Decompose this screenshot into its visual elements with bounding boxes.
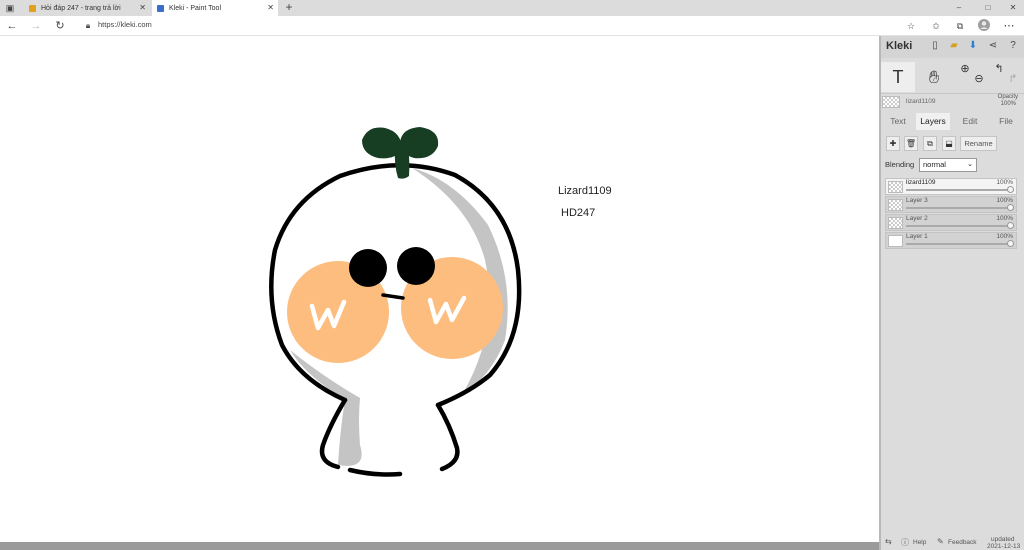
address-bar: ← → ↻ 🔒︎ https://kleki.com ☆ ✩ ⧉ ⋯ (0, 16, 1024, 36)
profile-avatar[interactable] (977, 19, 991, 33)
blending-value: normal (923, 160, 946, 169)
feedback-icon[interactable]: ✎ (937, 537, 944, 546)
chevron-down-icon: ⌄ (967, 161, 973, 168)
layer-opacity: 100% (996, 215, 1013, 222)
layer-name: Layer 2 (906, 215, 928, 222)
minimize-button[interactable]: – (952, 1, 966, 15)
layer-thumb (888, 217, 903, 229)
sprout-stem (394, 148, 410, 179)
more-menu-icon[interactable]: ⋯ (1002, 19, 1016, 33)
layer-thumb (888, 199, 903, 211)
help-circle-icon[interactable]: ⓘ (901, 537, 909, 548)
updated-label: updated (991, 536, 1015, 543)
canvas-text-lizard: Lizard1109 (558, 185, 612, 197)
tab-kleki[interactable]: Kleki - Paint Tool ✕ (152, 0, 278, 16)
blending-select[interactable]: normal ⌄ (919, 158, 977, 172)
layer-name: Layer 3 (906, 197, 928, 204)
duplicate-layer-icon[interactable]: ⧉ (923, 136, 937, 151)
opacity-label: Opacity (997, 94, 1018, 100)
close-window-button[interactable]: ✕ (1006, 1, 1020, 15)
back-icon[interactable]: ← (5, 19, 19, 33)
close-tab-icon[interactable]: ✕ (267, 3, 274, 12)
url-field[interactable]: https://kleki.com (98, 20, 152, 29)
layer-opacity-slider[interactable] (906, 204, 1014, 211)
forward-icon: → (30, 20, 42, 32)
layer-opacity: 100% (996, 197, 1013, 204)
tab-title: Kleki - Paint Tool (169, 4, 222, 12)
close-tab-icon[interactable]: ✕ (139, 3, 146, 12)
updated-date: 2021-12-13 (987, 543, 1021, 550)
tab-title: Hỏi đáp 247 - trang trả lời (41, 4, 121, 12)
panel-footer: ⇆ ⓘ Help ✎ Feedback updated 2021-12-13 (881, 536, 1024, 550)
panel-tabs: Text Layers Edit File (881, 113, 1024, 131)
opacity-value: 100% (1000, 101, 1016, 107)
hand-tool-icon[interactable]: ✋︎ (917, 62, 951, 92)
drawing-canvas[interactable]: Lizard1109 HD247 (0, 36, 879, 542)
layer-opacity-slider[interactable] (906, 186, 1014, 193)
download-icon[interactable]: ⬇ (967, 40, 979, 52)
new-tab-button[interactable]: + (282, 0, 296, 14)
tab-actions-icon[interactable]: ▣ (3, 1, 17, 15)
help-icon[interactable]: ? (1007, 40, 1019, 52)
horizontal-scrollbar[interactable] (0, 542, 879, 550)
blending-label: Blending (885, 160, 915, 169)
tab-edit[interactable]: Edit (954, 113, 986, 130)
add-layer-icon[interactable]: ✚ (886, 136, 900, 151)
refresh-icon[interactable]: ↻ (53, 19, 67, 33)
delete-layer-icon[interactable]: 🗑︎ (904, 136, 918, 151)
favorite-add-icon[interactable]: ☆ (904, 19, 918, 33)
slider-knob[interactable] (1007, 204, 1014, 211)
layer-name: lizard1109 (906, 179, 936, 186)
layer-actions: ✚ 🗑︎ ⧉ ⬓ Rename (881, 136, 1024, 154)
layer-item[interactable]: Layer 2 100% (885, 214, 1017, 231)
slider-knob[interactable] (1007, 240, 1014, 247)
new-image-icon[interactable]: ▯ (929, 40, 941, 52)
tab-text[interactable]: Text (883, 113, 913, 130)
layer-opacity: 100% (996, 179, 1013, 186)
layer-name: Layer 1 (906, 233, 928, 240)
collections-icon[interactable]: ⧉ (953, 19, 967, 33)
slider-knob[interactable] (1007, 186, 1014, 193)
tab-hoidap[interactable]: Hỏi đáp 247 - trang trả lời ✕ (24, 0, 150, 16)
slider-knob[interactable] (1007, 222, 1014, 229)
layer-opacity: 100% (996, 233, 1013, 240)
browser-tab-bar: ▣ Hỏi đáp 247 - trang trả lời ✕ Kleki - … (0, 0, 1024, 16)
panel-header: Kleki ▯ ▰ ⬇ ⋖ ? (881, 36, 1024, 58)
maximize-button[interactable]: □ (981, 1, 995, 15)
feedback-link[interactable]: Feedback (948, 539, 977, 546)
feet-line (347, 467, 403, 477)
layer-item[interactable]: lizard1109 100% (885, 178, 1017, 195)
current-layer-info: lizard1109 Opacity 100% (881, 94, 1024, 114)
merge-layer-icon[interactable]: ⬓ (942, 136, 956, 151)
tool-row: T ✋︎ ⊕ ⊖ ↰ ↱ (881, 58, 1024, 94)
canvas-text-hd247: HD247 (561, 207, 596, 219)
kleki-favicon-icon (157, 4, 164, 12)
current-layer-name: lizard1109 (906, 98, 936, 105)
kleki-logo: Kleki (886, 40, 913, 52)
layer-item[interactable]: Layer 3 100% (885, 196, 1017, 213)
left-eye (349, 249, 387, 287)
layer-thumb (888, 181, 903, 193)
help-link[interactable]: Help (913, 539, 926, 546)
kleki-side-panel: Kleki ▯ ▰ ⬇ ⋖ ? T ✋︎ ⊕ ⊖ ↰ ↱ lizard1109 … (881, 36, 1024, 550)
open-folder-icon[interactable]: ▰ (948, 40, 960, 52)
layer-thumb (888, 235, 903, 247)
right-leg (435, 402, 460, 472)
tab-file[interactable]: File (990, 113, 1022, 130)
favorites-icon[interactable]: ✩ (929, 19, 943, 33)
lock-icon[interactable]: 🔒︎ (81, 19, 95, 33)
current-layer-thumb (882, 96, 900, 108)
layer-opacity-slider[interactable] (906, 240, 1014, 247)
layer-opacity-slider[interactable] (906, 222, 1014, 229)
rename-button[interactable]: Rename (960, 136, 997, 151)
hoidap-favicon-icon (29, 4, 36, 12)
tab-layers[interactable]: Layers (916, 113, 950, 130)
layer-item[interactable]: Layer 1 100% (885, 232, 1017, 249)
drawing-artwork (269, 127, 522, 477)
swap-side-icon[interactable]: ⇆ (885, 537, 892, 546)
body-shadow-left (290, 350, 362, 466)
right-eye (397, 247, 435, 285)
text-tool-icon[interactable]: T (881, 62, 915, 92)
share-icon[interactable]: ⋖ (987, 40, 999, 52)
